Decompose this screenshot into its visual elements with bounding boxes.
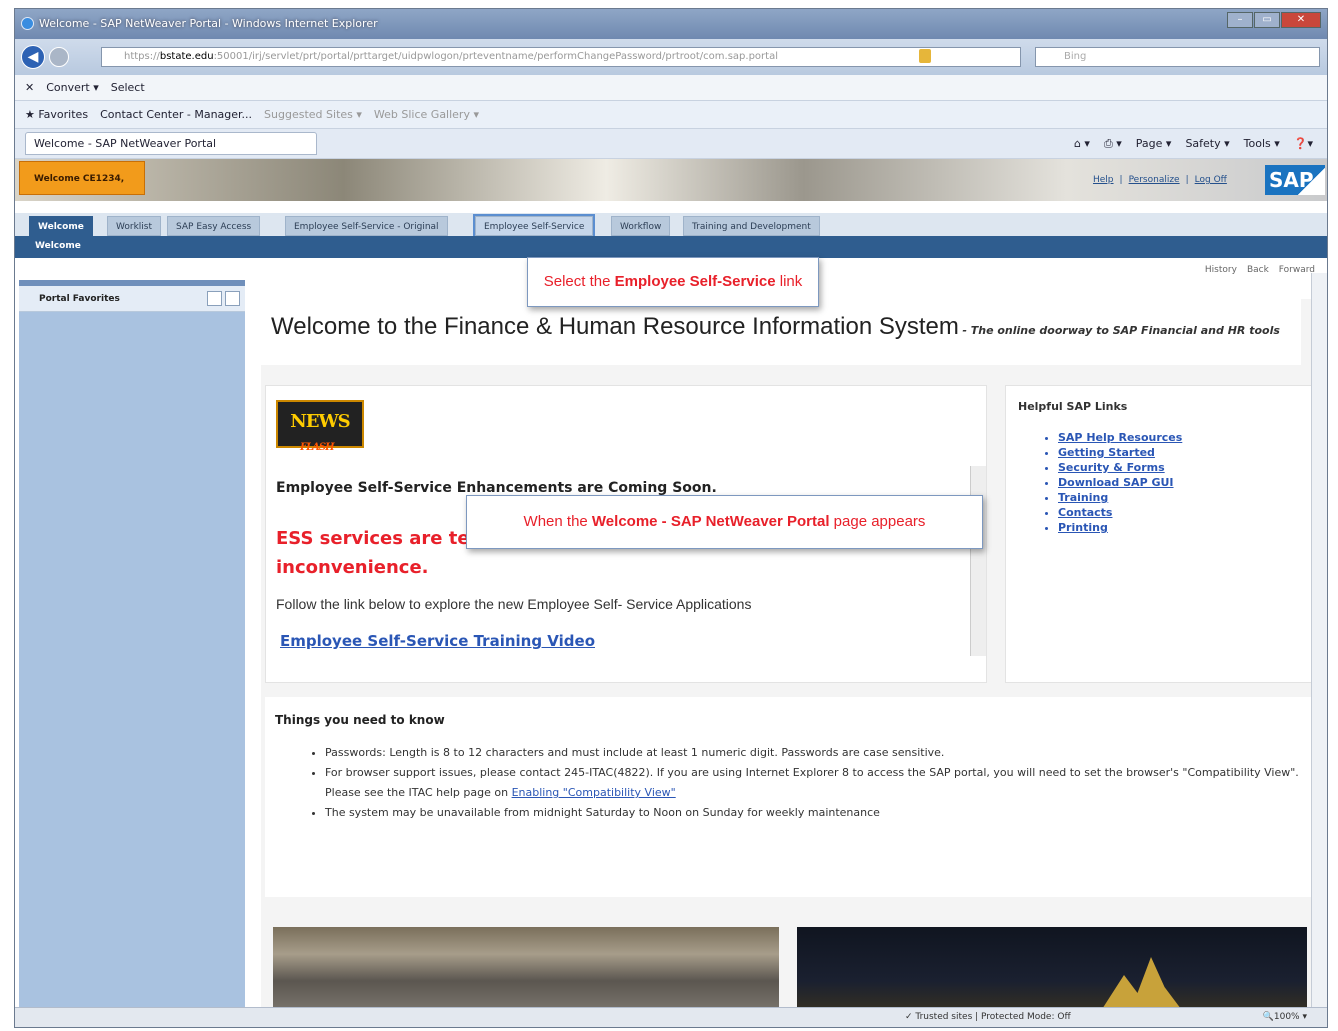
link-getting-started[interactable]: Getting Started	[1058, 446, 1302, 459]
portal-banner: Welcome CE1234, Help | Personalize | Log O…	[15, 159, 1327, 201]
callout-select-ess: Select the Employee Self-Service link	[527, 257, 819, 307]
tools-menu[interactable]: Tools ▾	[1244, 137, 1280, 151]
address-bar: ◀ https://bstate.edu:50001/irj/servlet/p…	[15, 39, 1327, 75]
status-bar: ✓ Trusted sites | Protected Mode: Off 🔍1…	[15, 1007, 1327, 1027]
history-bar: History Back Forward	[1205, 265, 1315, 275]
maximize-button[interactable]: ▭	[1254, 12, 1280, 28]
tab-worklist[interactable]: Worklist	[107, 216, 162, 236]
link-training[interactable]: Training	[1058, 491, 1302, 504]
list-item: Passwords: Length is 8 to 12 characters …	[325, 743, 1305, 763]
tab-welcome[interactable]: Welcome	[29, 216, 93, 236]
web-slice-gallery[interactable]: Web Slice Gallery ▾	[374, 108, 479, 121]
night-building-image	[797, 927, 1307, 1017]
sub-nav-welcome[interactable]: Welcome	[15, 236, 1327, 258]
back-link[interactable]: Back	[1247, 265, 1269, 275]
news-heading: Employee Self-Service Enhancements are C…	[276, 480, 717, 496]
left-panel: Portal Favorites	[19, 280, 245, 1010]
things-to-know: Things you need to know Passwords: Lengt…	[265, 697, 1315, 897]
close-button[interactable]: ✕	[1281, 12, 1321, 28]
tab-employee-self-service[interactable]: Employee Self-Service	[472, 214, 596, 238]
ie-icon	[21, 17, 34, 30]
portal-favorites-header[interactable]: Portal Favorites	[19, 286, 245, 312]
help-icon[interactable]: ❓▾	[1294, 137, 1313, 151]
link-security-forms[interactable]: Security & Forms	[1058, 461, 1302, 474]
page-subtitle: - The online doorway to SAP Financial an…	[962, 324, 1280, 337]
tab-ess-original[interactable]: Employee Self-Service - Original	[285, 216, 448, 236]
ess-notice: ESS services are te inconvenience.	[276, 528, 470, 578]
tab-bar: Welcome - SAP NetWeaver Portal ⌂ ▾ ⎙ ▾ P…	[15, 129, 1327, 159]
home-icon[interactable]: ⌂ ▾	[1074, 137, 1090, 151]
lock-icon[interactable]	[919, 49, 931, 63]
callout-welcome-page: When the Welcome - SAP NetWeaver Portal …	[466, 495, 983, 549]
title-bar: Welcome - SAP NetWeaver Portal - Windows…	[15, 9, 1327, 39]
suggested-sites[interactable]: Suggested Sites ▾	[264, 108, 362, 121]
helpful-links-panel: Helpful SAP Links SAP Help Resources Get…	[1005, 385, 1315, 683]
window-title: Welcome - SAP NetWeaver Portal - Windows…	[39, 17, 378, 30]
collapse-icon[interactable]	[225, 291, 240, 306]
command-bar: ✕ Convert ▾ Select	[15, 75, 1327, 101]
search-input[interactable]: Bing	[1035, 47, 1320, 67]
things-title: Things you need to know	[275, 713, 445, 727]
campus-statue-image	[273, 927, 779, 1017]
welcome-header: Welcome to the Finance & Human Resource …	[261, 299, 1301, 365]
select-button[interactable]: Select	[111, 81, 145, 94]
favorites-button[interactable]: ★ Favorites	[25, 108, 88, 121]
list-item: The system may be unavailable from midni…	[325, 803, 1305, 823]
link-sap-help[interactable]: SAP Help Resources	[1058, 431, 1302, 444]
help-link[interactable]: Help	[1093, 175, 1114, 185]
link-download-gui[interactable]: Download SAP GUI	[1058, 476, 1302, 489]
news-flash-logo: NEWS FLASH	[276, 400, 364, 453]
convert-button[interactable]: Convert ▾	[46, 81, 99, 94]
personalize-link[interactable]: Personalize	[1129, 175, 1180, 185]
minimize-button[interactable]: –	[1227, 12, 1253, 28]
url-field[interactable]: https://bstate.edu:50001/irj/servlet/prt…	[101, 47, 1021, 67]
welcome-user: Welcome CE1234,	[19, 161, 145, 195]
helpful-links-title: Helpful SAP Links	[1018, 400, 1128, 413]
zoom-control[interactable]: 🔍100% ▾	[1263, 1012, 1307, 1022]
favorites-bar: ★ Favorites Contact Center - Manager... …	[15, 101, 1327, 129]
page-title: Welcome to the Finance & Human Resource …	[271, 313, 959, 340]
link-printing[interactable]: Printing	[1058, 521, 1302, 534]
follow-text: Follow the link below to explore the new…	[276, 596, 752, 612]
safety-menu[interactable]: Safety ▾	[1185, 137, 1229, 151]
print-icon[interactable]: ⎙ ▾	[1104, 137, 1122, 151]
back-button[interactable]: ◀	[21, 45, 45, 69]
page-scrollbar[interactable]	[1311, 273, 1327, 1009]
forward-button[interactable]	[49, 47, 69, 67]
tab-sap-easy-access[interactable]: SAP Easy Access	[167, 216, 261, 236]
security-mode: ✓ Trusted sites | Protected Mode: Off	[905, 1012, 1071, 1022]
history-link[interactable]: History	[1205, 265, 1237, 275]
main-content: Welcome to the Finance & Human Resource …	[261, 299, 1325, 1017]
tab-workflow[interactable]: Workflow	[611, 216, 671, 236]
forward-link[interactable]: Forward	[1279, 265, 1315, 275]
sap-logo: SAP	[1265, 165, 1325, 195]
tab-training[interactable]: Training and Development	[683, 216, 820, 236]
favorite-item[interactable]: Contact Center - Manager...	[100, 108, 252, 121]
portal-top-nav: Welcome Worklist SAP Easy Access Employe…	[15, 213, 1327, 238]
browser-tab[interactable]: Welcome - SAP NetWeaver Portal	[25, 132, 318, 155]
page-menu[interactable]: Page ▾	[1136, 137, 1172, 151]
close-toolbar-icon[interactable]: ✕	[25, 81, 34, 94]
log-off-link[interactable]: Log Off	[1195, 175, 1227, 185]
compatibility-view-link[interactable]: Enabling "Compatibility View"	[512, 786, 676, 799]
link-contacts[interactable]: Contacts	[1058, 506, 1302, 519]
list-item: For browser support issues, please conta…	[325, 763, 1305, 803]
options-icon[interactable]	[207, 291, 222, 306]
training-video-link[interactable]: Employee Self-Service Training Video	[280, 632, 595, 650]
